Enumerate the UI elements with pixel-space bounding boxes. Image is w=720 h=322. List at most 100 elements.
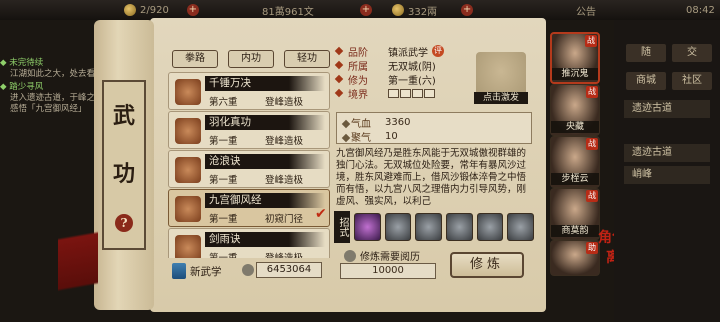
skill-description: 九宫御风经乃是胜东风能于无双城傲视群雄的独门心法。无双城位处险要，常年有暴风沙过…: [336, 148, 527, 207]
skill-name: 千锤万决: [205, 76, 325, 91]
tab-inner-power[interactable]: 内功: [228, 50, 274, 68]
character-name: 商莫韵: [551, 225, 599, 237]
stamina-value: 2/920: [140, 4, 169, 16]
menu-button[interactable]: 交: [672, 44, 712, 62]
stamina-icon: [124, 4, 136, 16]
move-icon[interactable]: [384, 213, 412, 241]
bullet-icon: [334, 74, 344, 84]
copper-value: 332兩: [408, 6, 438, 18]
activate-label[interactable]: 点击激发: [474, 92, 528, 104]
location-item[interactable]: 遗迹古道: [624, 100, 710, 118]
list-item-selected[interactable]: 九宫御风经 第一重 初窥门径 ✔: [168, 189, 330, 227]
move-icon[interactable]: [415, 213, 443, 241]
scroll-roller: 武 功 ?: [94, 20, 154, 310]
status-badge: 战: [586, 190, 598, 202]
moves-label: 招式: [334, 211, 350, 243]
skill-name: 羽化真功: [205, 115, 325, 130]
character-portrait[interactable]: 战 推沉鬼: [550, 32, 600, 84]
silver-counter: 81萬961文: [262, 3, 314, 18]
train-button[interactable]: 修炼: [450, 252, 524, 278]
status-badge: 战: [585, 35, 597, 47]
book-icon: [172, 263, 186, 279]
cultivation-label: 修为: [348, 75, 368, 87]
scroll-title: 武 功 ?: [102, 80, 146, 250]
tassel-decoration: [58, 200, 98, 320]
add-silver-button[interactable]: +: [360, 4, 372, 16]
status-badge: 战: [586, 138, 598, 150]
moves-row: 招式: [334, 210, 535, 244]
move-icon[interactable]: [507, 213, 535, 241]
character-roster: 战 推沉鬼 战 央藏 战 步桎云 战 商莫韵 助: [550, 32, 604, 276]
requirement-text: 修炼需要阅历: [360, 252, 420, 263]
skill-stage: 登峰造极: [265, 136, 304, 147]
grade-badge[interactable]: 评: [432, 45, 444, 57]
add-copper-button[interactable]: +: [461, 4, 474, 16]
stat-value: 3360: [385, 116, 411, 128]
stamina-counter: 2/920 +: [124, 4, 199, 16]
stat-label: 气血: [341, 115, 375, 130]
skill-level: 第一重: [209, 250, 238, 258]
grade-label: 品阶: [348, 47, 368, 59]
scroll-title-char: 功: [112, 161, 135, 187]
list-item[interactable]: 沧浪诀 第一重 登峰造极: [168, 150, 330, 188]
top-status-bar: 2/920 + 81萬961文 + 332兩 + 公告 08:42: [0, 0, 720, 20]
skill-level: 第六重: [209, 97, 238, 108]
list-item[interactable]: 剑雨诀 第一重 登峰造极: [168, 228, 330, 258]
skill-scroll-icon: [175, 118, 201, 144]
community-button[interactable]: 社区: [672, 72, 712, 90]
requirement-value: 10000: [340, 263, 436, 279]
character-name: 央藏: [551, 121, 599, 133]
skill-tabs: 拳路 内功 轻功: [172, 50, 330, 68]
skill-name: 沧浪诀: [205, 154, 325, 169]
character-portrait[interactable]: 战 步桎云: [550, 136, 600, 188]
character-portrait[interactable]: 助: [550, 240, 600, 276]
location-item[interactable]: 遗迹古道: [624, 144, 710, 162]
stat-value: 10: [385, 130, 398, 142]
experience-icon: [344, 249, 356, 262]
skill-stage: 初窥门径: [265, 214, 304, 225]
stat-row: 气血 3360: [341, 115, 525, 130]
stats-box: 气血 3360 聚气 10: [336, 112, 532, 144]
points-icon: [242, 264, 254, 276]
clock: 08:42: [686, 5, 715, 16]
status-badge: 战: [586, 86, 598, 98]
right-menu: 随 交 商城 社区 遗迹古道 遗迹古道 峭峰: [614, 20, 720, 322]
checkmark-icon: ✔: [315, 206, 327, 222]
skill-level: 第一重: [209, 136, 238, 147]
skill-stage: 登峰造极: [265, 250, 303, 258]
skill-level: 第一重: [209, 175, 238, 186]
faction-label: 所属: [348, 61, 368, 73]
skill-scroll-icon: [175, 157, 201, 183]
skill-scroll-icon: [175, 196, 201, 222]
tab-boxing[interactable]: 拳路: [172, 50, 218, 68]
copper-icon: [392, 4, 404, 16]
location-item[interactable]: 峭峰: [624, 166, 710, 184]
new-skill-button[interactable]: 新武学: [172, 263, 222, 279]
menu-button[interactable]: 随: [626, 44, 666, 62]
move-icon[interactable]: [446, 213, 473, 241]
skill-scroll-icon: [175, 235, 201, 258]
skill-stage: 登峰造极: [265, 97, 304, 108]
skill-name: 剑雨诀: [205, 232, 325, 247]
notice-label: 公告: [576, 6, 596, 18]
grade-value: 镇派武学: [388, 47, 428, 59]
bullet-icon: [334, 46, 344, 56]
list-item[interactable]: 千锤万决 第六重 登峰造极: [168, 72, 330, 110]
skill-list[interactable]: 千锤万决 第六重 登峰造极 羽化真功 第一重 登峰造极 沧浪诀 第一重 登峰造极…: [168, 72, 330, 258]
notice-button[interactable]: 公告: [576, 3, 596, 18]
shop-button[interactable]: 商城: [626, 72, 666, 90]
stat-row: 聚气 10: [341, 129, 525, 144]
tab-lightness[interactable]: 轻功: [284, 50, 330, 68]
new-skill-label: 新武学: [190, 265, 222, 278]
move-icon[interactable]: [354, 213, 381, 241]
character-portrait[interactable]: 战 央藏: [550, 84, 600, 136]
help-icon[interactable]: ?: [115, 214, 133, 232]
character-portrait[interactable]: 战 商莫韵: [550, 188, 600, 240]
move-icon[interactable]: [476, 213, 504, 241]
clock-value: 08:42: [686, 4, 715, 16]
list-item[interactable]: 羽化真功 第一重 登峰造极: [168, 111, 330, 149]
bullet-icon: [334, 88, 344, 98]
skill-name: 九宫御风经: [205, 193, 325, 208]
status-badge: 助: [586, 242, 598, 254]
add-stamina-button[interactable]: +: [186, 4, 199, 16]
